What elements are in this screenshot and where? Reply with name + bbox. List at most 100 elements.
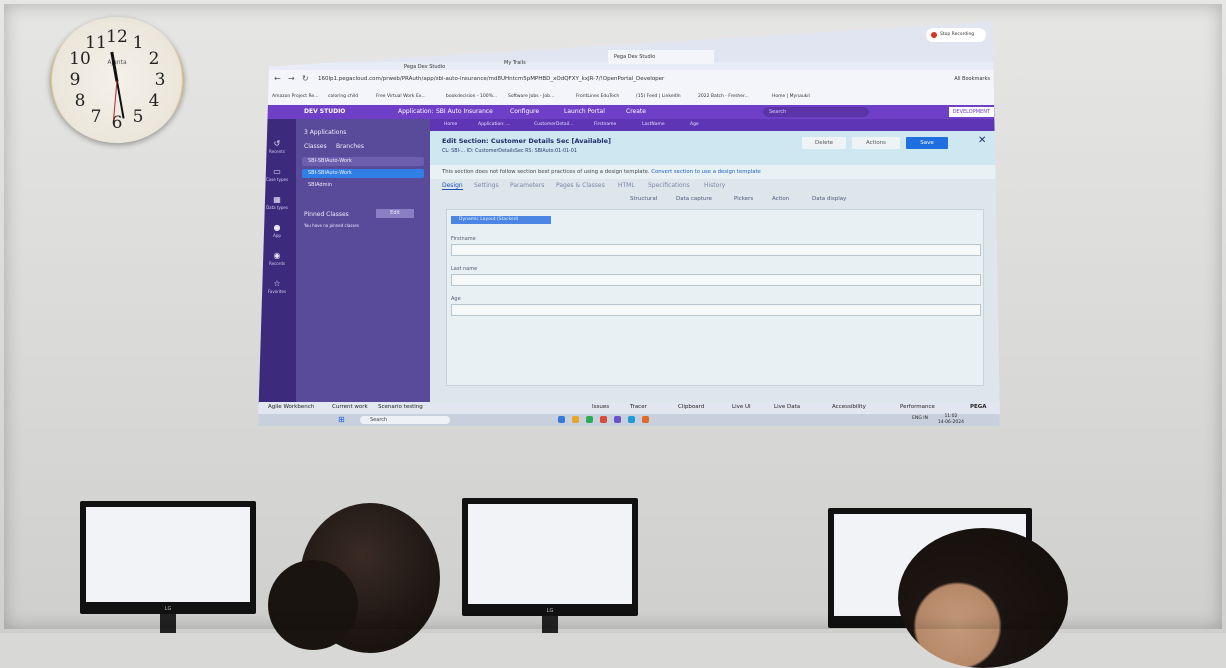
stop-recording-button[interactable]: Stop Recording — [926, 28, 986, 42]
pinned-edit-button[interactable]: Edit — [376, 209, 414, 218]
clipboard[interactable]: Clipboard — [678, 404, 704, 410]
bookmark-item[interactable]: coloring child — [328, 94, 358, 99]
action-menu[interactable]: Action — [772, 196, 789, 202]
actions-button[interactable]: Actions — [852, 137, 900, 149]
taskbar-app-icon[interactable] — [614, 416, 621, 423]
application-label: Application: — [398, 108, 434, 115]
firstname-field[interactable] — [451, 244, 981, 256]
rail-favorites[interactable]: ☆ Favorites — [258, 279, 296, 294]
rule-tab[interactable]: Firstname — [594, 122, 616, 127]
development-badge: DEVELOPMENT — [948, 107, 994, 117]
explorer-title: 3 Applications — [304, 129, 347, 136]
current-work[interactable]: Current work — [332, 404, 368, 410]
close-icon[interactable]: ✕ — [978, 135, 986, 146]
tab-settings[interactable]: Settings — [474, 182, 499, 189]
taskbar-search[interactable]: Search — [360, 416, 450, 424]
tab-classes[interactable]: Classes — [304, 143, 327, 150]
age-field[interactable] — [451, 304, 981, 316]
configure-menu[interactable]: Configure — [510, 108, 539, 115]
rule-tabs: Home Application: ... CustomerDetail... … — [430, 119, 1000, 131]
taskbar-app-icon[interactable] — [586, 416, 593, 423]
bookmark-item[interactable]: Software Jobs - Job... — [508, 94, 554, 99]
rule-tab[interactable]: Age — [690, 122, 699, 127]
tab-pages-classes[interactable]: Pages & Classes — [556, 182, 605, 189]
all-bookmarks[interactable]: All Bookmarks — [954, 76, 990, 82]
browser-tab-active[interactable]: Pega Dev Studio — [608, 50, 714, 64]
clock-numeral: 9 — [69, 70, 81, 90]
tab-specifications[interactable]: Specifications — [648, 182, 690, 189]
explorer-item[interactable]: SBI-SBIAuto-Work — [302, 157, 424, 166]
tab-branches[interactable]: Branches — [336, 143, 364, 150]
save-button[interactable]: Save — [906, 137, 948, 149]
field-label-age: Age — [451, 296, 461, 302]
rule-tab[interactable]: Application: ... — [478, 122, 510, 127]
pickers-menu[interactable]: Pickers — [734, 196, 753, 202]
monitor-logo: LG — [546, 608, 554, 614]
scenario-testing[interactable]: Scenario testing — [378, 404, 423, 410]
pega-search-input[interactable]: Search — [763, 107, 869, 117]
launch-portal-menu[interactable]: Launch Portal — [564, 108, 605, 115]
live-ui[interactable]: Live UI — [732, 404, 751, 410]
bookmark-item[interactable]: Amazon Project Re... — [272, 94, 318, 99]
field-label-firstname: Firstname — [451, 236, 476, 242]
url-field[interactable]: 160lp1.pegacloud.com/prweb/PRAuth/app/sb… — [318, 76, 664, 82]
tab-history[interactable]: History — [704, 182, 725, 189]
accessibility[interactable]: Accessibility — [832, 404, 866, 410]
field-label-lastname: Last name — [451, 266, 478, 272]
application-name[interactable]: SBI Auto Insurance — [436, 108, 493, 115]
windows-start-icon[interactable]: ⊞ — [338, 415, 345, 424]
clock-numeral: 3 — [154, 70, 166, 90]
bookmark-item[interactable]: bookdecision - 100%... — [446, 94, 497, 99]
studio-label[interactable]: DEV STUDIO — [304, 108, 345, 115]
taskbar-app-icon[interactable] — [642, 416, 649, 423]
data-capture-menu[interactable]: Data capture — [676, 196, 712, 202]
input-language[interactable]: ENG IN — [912, 416, 928, 421]
rule-tab[interactable]: Home — [444, 122, 457, 127]
monitor-screen — [86, 507, 250, 602]
rule-tab[interactable]: LastName — [642, 122, 665, 127]
windows-taskbar: ⊞ Search ENG IN 11:02 14-06-2024 — [258, 414, 1000, 426]
taskbar-clock[interactable]: 11:02 14-06-2024 — [938, 414, 964, 426]
monitor-stand — [542, 616, 558, 633]
taskbar-app-icon[interactable] — [558, 416, 565, 423]
dynamic-layout-header[interactable]: Dynamic Layout (Stacked) — [451, 216, 551, 224]
tracer[interactable]: Tracer — [630, 404, 647, 410]
student-head — [898, 528, 1068, 668]
browser-tab[interactable]: My Trails — [498, 56, 526, 70]
rail-records[interactable]: ◉ Records — [258, 251, 296, 266]
explorer-item-selected[interactable]: SBI-SBIAuto-Work — [302, 169, 424, 178]
clock-numeral: 12 — [106, 27, 128, 47]
agile-workbench[interactable]: Agile Workbench — [268, 404, 314, 410]
bookmark-item[interactable]: Home | Mynaukri — [772, 94, 810, 99]
pinned-empty-text: You have no pinned classes — [304, 223, 359, 228]
delete-button[interactable]: Delete — [802, 137, 846, 149]
pega-header: DEV STUDIO Application: SBI Auto Insuran… — [258, 105, 1000, 119]
bookmark-item[interactable]: Free Virtual Work Ex... — [376, 94, 426, 99]
convert-section-link[interactable]: Convert section to use a design template — [651, 169, 761, 175]
performance[interactable]: Performance — [900, 404, 935, 410]
issues[interactable]: Issues — [592, 404, 609, 410]
taskbar-app-icon[interactable] — [600, 416, 607, 423]
back-icon[interactable]: ← — [274, 74, 281, 83]
clock-numeral: 7 — [90, 107, 102, 127]
reload-icon[interactable]: ↻ — [302, 74, 309, 83]
bookmark-item[interactable]: 2022 Batch - Fresher... — [698, 94, 749, 99]
bookmark-item[interactable]: (15) Feed | LinkedIn — [636, 94, 681, 99]
taskbar-app-icon[interactable] — [572, 416, 579, 423]
create-menu[interactable]: Create — [626, 108, 646, 115]
structural-menu[interactable]: Structural — [630, 196, 657, 202]
tab-parameters[interactable]: Parameters — [510, 182, 544, 189]
best-practice-notice: This section does not follow section bes… — [430, 165, 1000, 179]
taskbar-app-icon[interactable] — [628, 416, 635, 423]
forward-icon[interactable]: → — [288, 74, 295, 83]
bookmark-item[interactable]: FrontLines EduTech — [576, 94, 619, 99]
section-canvas: Dynamic Layout (Stacked) Firstname Last … — [446, 209, 984, 386]
explorer-item[interactable]: SBIAdmin — [302, 181, 424, 190]
data-display-menu[interactable]: Data display — [812, 196, 846, 202]
record-icon — [931, 32, 937, 38]
lastname-field[interactable] — [451, 274, 981, 286]
rule-tab-active[interactable]: CustomerDetail... — [534, 122, 573, 127]
tab-design[interactable]: Design — [442, 182, 463, 190]
live-data[interactable]: Live Data — [774, 404, 800, 410]
tab-html[interactable]: HTML — [618, 182, 635, 189]
